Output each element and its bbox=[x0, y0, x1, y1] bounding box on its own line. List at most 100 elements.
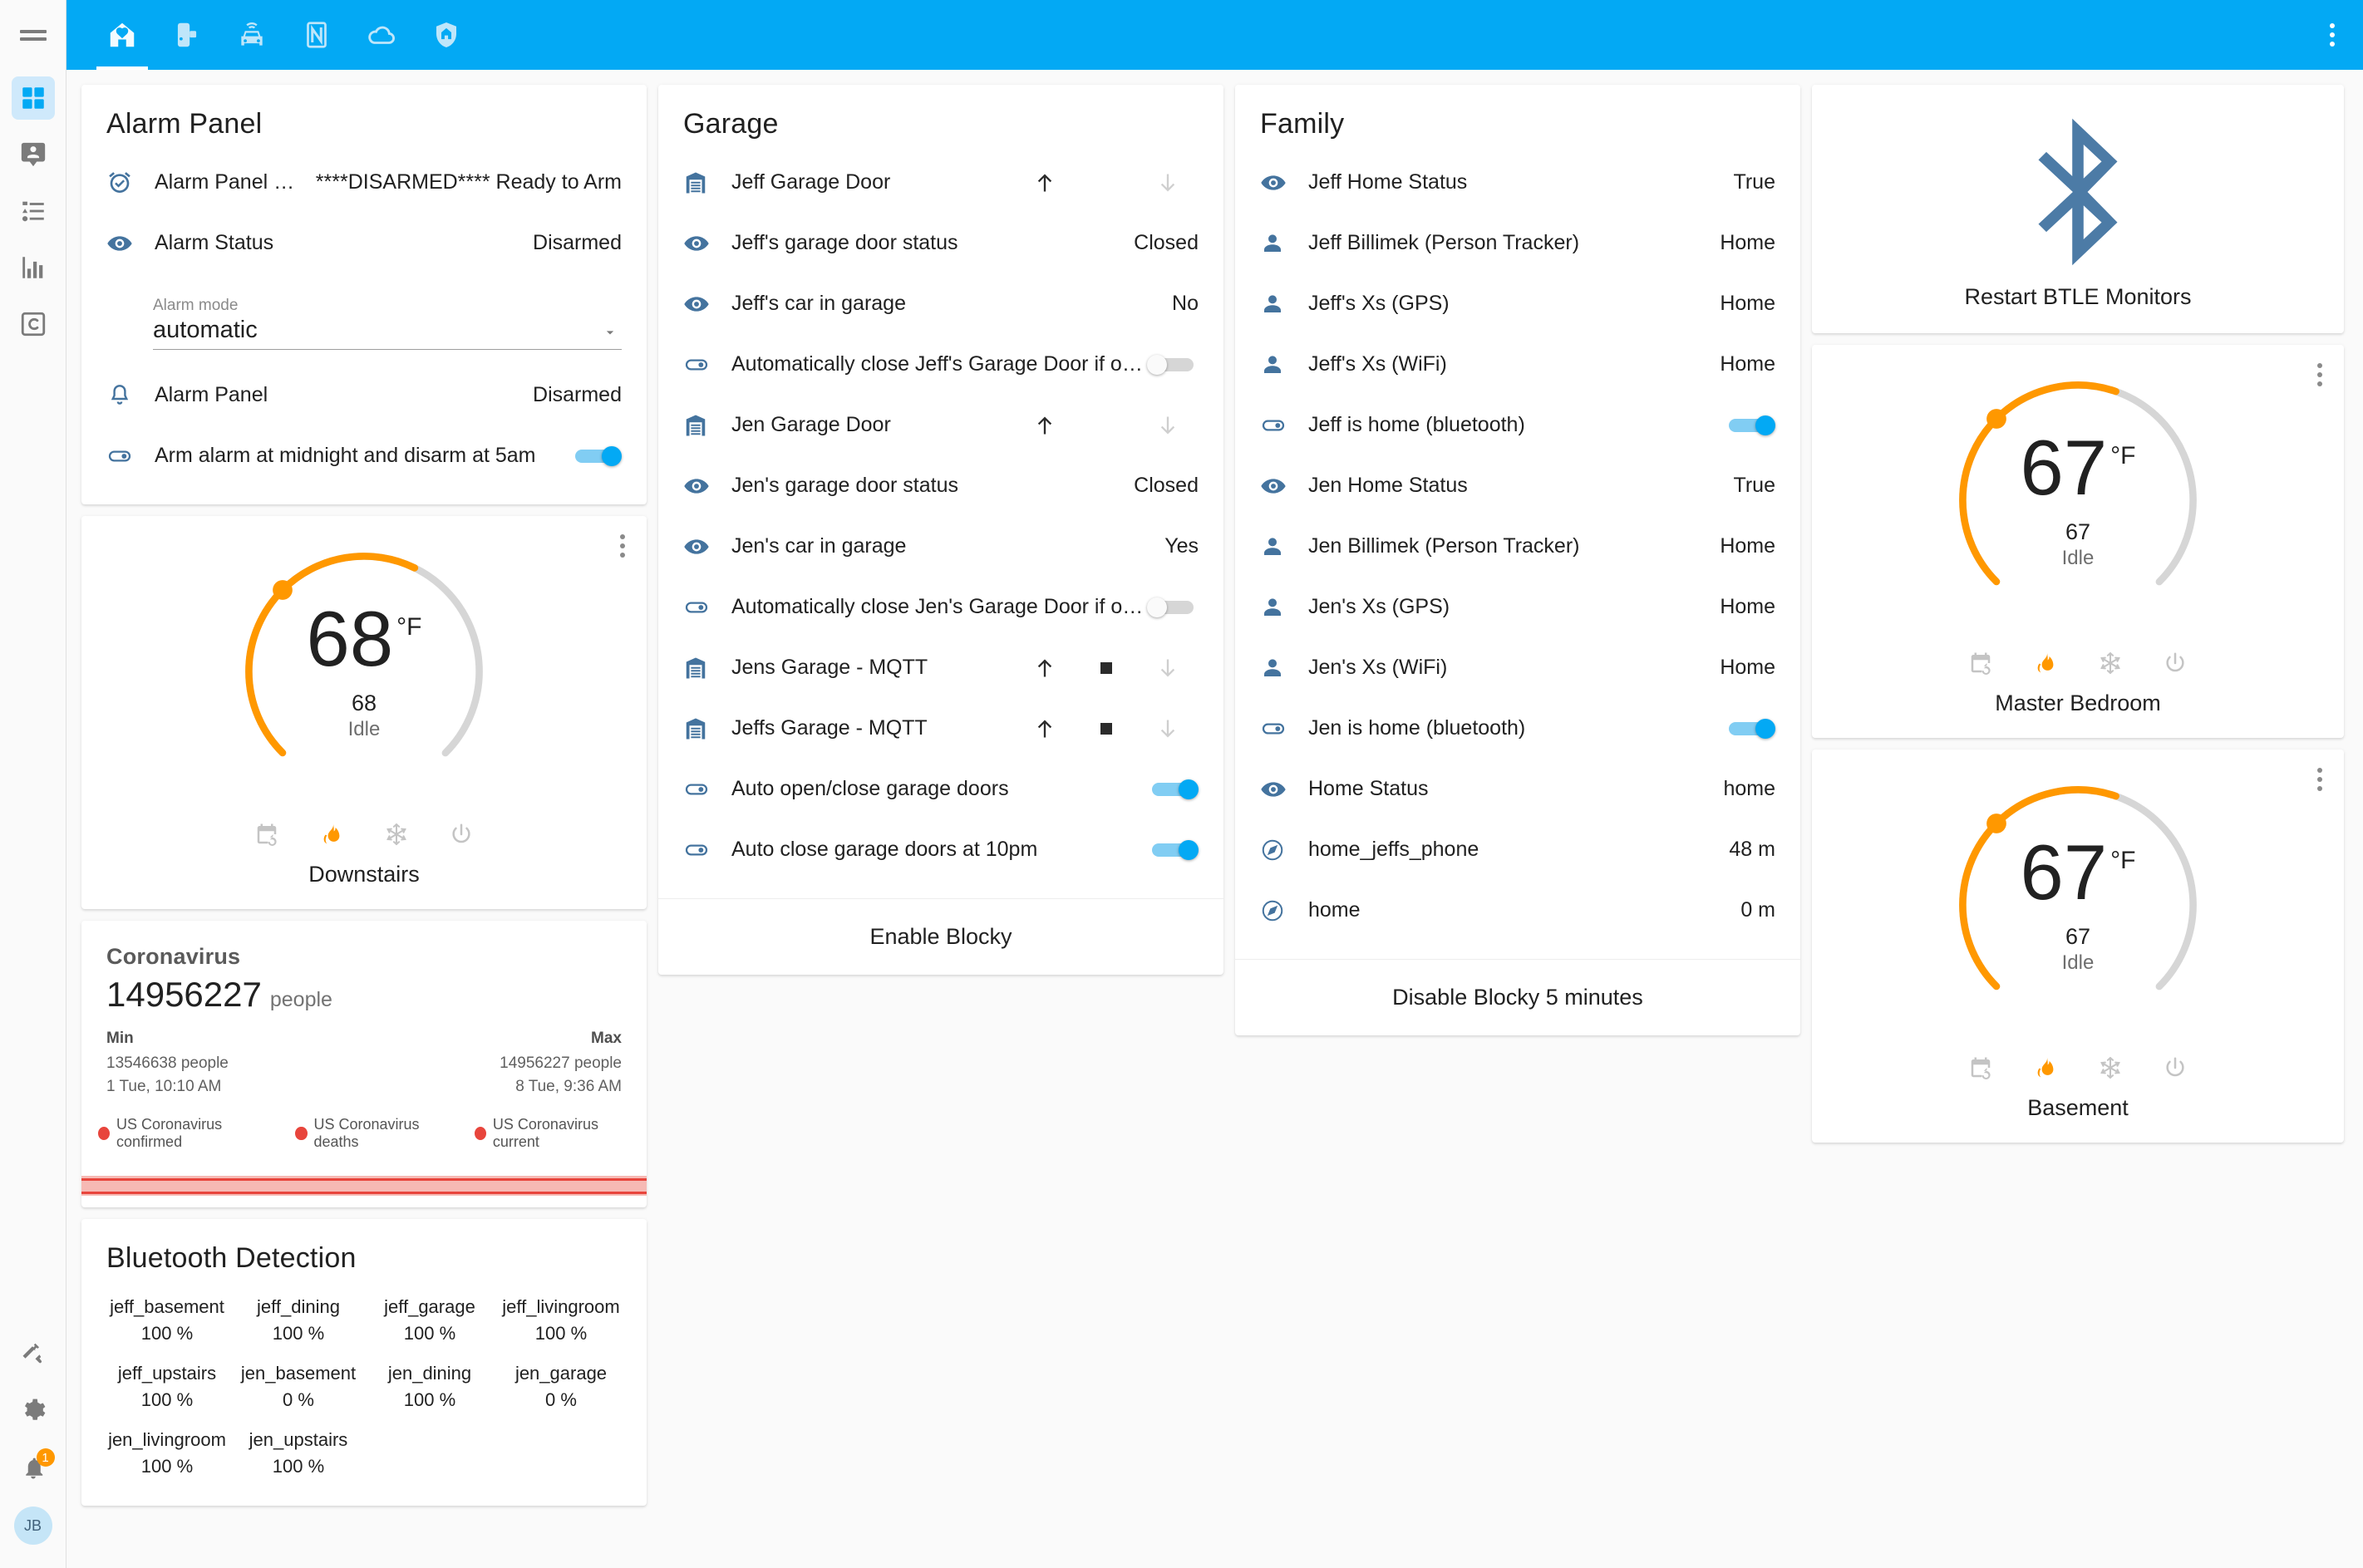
cover-open-button[interactable] bbox=[1014, 171, 1076, 194]
cover-stop-button[interactable] bbox=[1076, 658, 1137, 678]
enable-blocky-button[interactable]: Enable Blocky bbox=[658, 898, 1223, 975]
calendar-sync-icon[interactable] bbox=[254, 822, 279, 847]
entity-name: Jeff's Xs (GPS) bbox=[1308, 292, 1450, 315]
thermostat-dial[interactable]: 67 °F 67 Idle bbox=[1812, 768, 2344, 1042]
alarm-mode-select[interactable]: Alarm mode automatic bbox=[153, 297, 622, 350]
entity-row-jeffs-garage-door-status[interactable]: Jeff's garage door status Closed bbox=[683, 213, 1199, 273]
entity-row-jeffs-xs-gps[interactable]: Jeff's Xs (GPS) Home bbox=[1260, 273, 1775, 334]
snowflake-icon[interactable] bbox=[2098, 651, 2123, 676]
entity-row-jeff-billimek-person-tracker[interactable]: Jeff Billimek (Person Tracker) Home bbox=[1260, 213, 1775, 273]
list-item[interactable]: jeff_basement 100 % bbox=[101, 1296, 233, 1344]
toggle-jeff-is-home-bluetooth[interactable] bbox=[1724, 415, 1775, 435]
entity-row-jeffs-garage-mqtt[interactable]: Jeffs Garage - MQTT bbox=[683, 698, 1199, 759]
legend-item[interactable]: US Coronavirus current bbox=[474, 1116, 630, 1151]
avatar[interactable]: JB bbox=[13, 1507, 52, 1545]
toggle-auto-open-close-garage-doors[interactable] bbox=[1147, 779, 1199, 799]
entity-row-alarm-status[interactable]: Alarm Status Disarmed bbox=[106, 213, 622, 273]
sidebar-item-configuration[interactable] bbox=[12, 1389, 55, 1432]
entity-row-alarm-panel[interactable]: Alarm Panel Disarmed bbox=[106, 365, 622, 425]
snowflake-icon[interactable] bbox=[384, 822, 409, 847]
list-item[interactable]: jen_dining 100 % bbox=[364, 1363, 495, 1411]
toolbar-overflow-button[interactable] bbox=[2330, 0, 2363, 70]
disable-blocky-button[interactable]: Disable Blocky 5 minutes bbox=[1235, 959, 1800, 1035]
cover-open-button[interactable] bbox=[1014, 656, 1076, 680]
cover-stop-button[interactable] bbox=[1076, 719, 1137, 739]
entity-row-jeff-is-home-bluetooth[interactable]: Jeff is home (bluetooth) bbox=[1260, 395, 1775, 455]
calendar-sync-icon[interactable] bbox=[1968, 651, 1993, 676]
entity-row-home-status[interactable]: Home Status home bbox=[1260, 759, 1775, 819]
thermostat-dial[interactable]: 67 °F 67 Idle bbox=[1812, 363, 2344, 637]
toggle-auto-close-garage-doors-10pm[interactable] bbox=[1147, 839, 1199, 860]
fire-icon[interactable] bbox=[319, 822, 344, 847]
list-item[interactable]: jen_basement 0 % bbox=[233, 1363, 364, 1411]
toggle-arm-alarm-midnight[interactable] bbox=[570, 445, 622, 466]
entity-row-home[interactable]: home 0 m bbox=[1260, 880, 1775, 941]
top-toolbar bbox=[66, 0, 2363, 70]
cover-close-button[interactable] bbox=[1137, 656, 1199, 680]
entity-row-jen-garage-door[interactable]: Jen Garage Door bbox=[683, 395, 1199, 455]
list-item[interactable]: jeff_upstairs 100 % bbox=[101, 1363, 233, 1411]
sidebar-item-developer-tools[interactable] bbox=[12, 1332, 55, 1375]
entity-row-jen-billimek-person-tracker[interactable]: Jen Billimek (Person Tracker) Home bbox=[1260, 516, 1775, 577]
tab-home[interactable] bbox=[90, 0, 155, 70]
sidebar-item-logbook[interactable] bbox=[12, 189, 55, 233]
thermostat-dial[interactable]: 68 °F 68 Idle bbox=[81, 534, 647, 809]
list-item[interactable]: jeff_garage 100 % bbox=[364, 1296, 495, 1344]
list-item[interactable]: jen_garage 0 % bbox=[495, 1363, 627, 1411]
toggle-auto-close-jen-garage[interactable] bbox=[1147, 597, 1199, 617]
menu-button[interactable] bbox=[0, 0, 66, 70]
cover-open-button[interactable] bbox=[1014, 717, 1076, 740]
entity-row-jeffs-xs-wifi[interactable]: Jeff's Xs (WiFi) Home bbox=[1260, 334, 1775, 395]
sidebar-item-lovelace-dashboard[interactable] bbox=[11, 76, 55, 120]
entity-row-arm-alarm-midnight[interactable]: Arm alarm at midnight and disarm at 5am bbox=[106, 425, 622, 486]
legend-item[interactable]: US Coronavirus confirmed bbox=[98, 1116, 270, 1151]
tab-security[interactable] bbox=[414, 0, 479, 70]
list-item[interactable]: jen_livingroom 100 % bbox=[101, 1429, 233, 1477]
sidebar-item-c-panel[interactable] bbox=[12, 302, 55, 346]
list-item[interactable]: jeff_dining 100 % bbox=[233, 1296, 364, 1344]
power-icon[interactable] bbox=[449, 822, 474, 847]
entity-row-jeff-home-status[interactable]: Jeff Home Status True bbox=[1260, 152, 1775, 213]
entity-value: Disarmed bbox=[533, 383, 622, 406]
entity-row-jens-car-in-garage[interactable]: Jen's car in garage Yes bbox=[683, 516, 1199, 577]
tab-car[interactable] bbox=[219, 0, 284, 70]
entity-row-home-jeffs-phone[interactable]: home_jeffs_phone 48 m bbox=[1260, 819, 1775, 880]
sidebar-item-notifications[interactable]: 1 bbox=[12, 1447, 55, 1490]
page-title: Alarm Panel bbox=[106, 108, 263, 140]
snowflake-icon[interactable] bbox=[2098, 1055, 2123, 1080]
toggle-auto-close-jeff-garage[interactable] bbox=[1147, 354, 1199, 375]
entity-row-jens-xs-wifi[interactable]: Jen's Xs (WiFi) Home bbox=[1260, 637, 1775, 698]
calendar-sync-icon[interactable] bbox=[1968, 1055, 1993, 1080]
entity-row-jen-home-status[interactable]: Jen Home Status True bbox=[1260, 455, 1775, 516]
sidebar-item-history[interactable] bbox=[12, 246, 55, 289]
sidebar-item-map[interactable] bbox=[12, 133, 55, 176]
toggle-jen-is-home-bluetooth[interactable] bbox=[1724, 718, 1775, 739]
tab-nfc[interactable] bbox=[284, 0, 349, 70]
entity-row-alarm-panel-display[interactable]: Alarm Panel Display ****DISARMED**** Rea… bbox=[106, 152, 622, 213]
power-icon[interactable] bbox=[2163, 1055, 2188, 1080]
cover-open-button[interactable] bbox=[1014, 414, 1076, 437]
entity-row-jeffs-car-in-garage[interactable]: Jeff's car in garage No bbox=[683, 273, 1199, 334]
cover-close-button[interactable] bbox=[1137, 414, 1199, 437]
entity-row-auto-close-garage-doors-10pm[interactable]: Auto close garage doors at 10pm bbox=[683, 819, 1199, 880]
legend-item[interactable]: US Coronavirus deaths bbox=[295, 1116, 449, 1151]
entity-row-auto-close-jeff-garage[interactable]: Automatically close Jeff's Garage Door i… bbox=[683, 334, 1199, 395]
btle-restart-card[interactable]: Restart BTLE Monitors bbox=[1812, 85, 2344, 333]
tab-weather[interactable] bbox=[349, 0, 414, 70]
cover-close-button[interactable] bbox=[1137, 171, 1199, 194]
cover-close-button[interactable] bbox=[1137, 717, 1199, 740]
fire-icon[interactable] bbox=[2033, 651, 2058, 676]
entity-row-jens-garage-door-status[interactable]: Jen's garage door status Closed bbox=[683, 455, 1199, 516]
entity-row-jeff-garage-door[interactable]: Jeff Garage Door bbox=[683, 152, 1199, 213]
power-icon[interactable] bbox=[2163, 651, 2188, 676]
entity-row-jens-garage-mqtt[interactable]: Jens Garage - MQTT bbox=[683, 637, 1199, 698]
entity-row-jen-is-home-bluetooth[interactable]: Jen is home (bluetooth) bbox=[1260, 698, 1775, 759]
entity-row-jens-xs-gps[interactable]: Jen's Xs (GPS) Home bbox=[1260, 577, 1775, 637]
list-item[interactable]: jen_upstairs 100 % bbox=[233, 1429, 364, 1477]
entity-row-auto-close-jen-garage[interactable]: Automatically close Jen's Garage Door if… bbox=[683, 577, 1199, 637]
list-item[interactable]: jeff_livingroom 100 % bbox=[495, 1296, 627, 1344]
sensor-value: 100 % bbox=[272, 1323, 325, 1344]
fire-icon[interactable] bbox=[2033, 1055, 2058, 1080]
tab-locks[interactable] bbox=[155, 0, 219, 70]
entity-row-auto-open-close-garage-doors[interactable]: Auto open/close garage doors bbox=[683, 759, 1199, 819]
